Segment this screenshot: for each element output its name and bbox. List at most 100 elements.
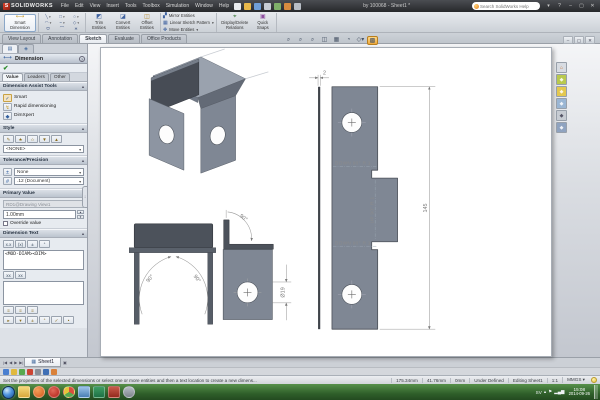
new-document-icon[interactable] [234, 3, 241, 10]
taskpane-resources-icon[interactable]: ⌂ [556, 62, 567, 73]
accept-check-icon[interactable]: ✔ [3, 64, 8, 72]
view-side[interactable]: 90° Ø19 [223, 210, 291, 320]
section-dimension-assist[interactable]: Dimension Assist Tools▴ [0, 82, 87, 91]
tray-language[interactable]: SV [536, 390, 542, 395]
dim-option-1-icon[interactable]: ▸ [3, 316, 14, 324]
style-add-icon[interactable]: ★ [15, 135, 26, 143]
last-sheet-icon[interactable]: ▶| [19, 360, 23, 365]
display-style-icon[interactable]: ◔ [343, 36, 354, 45]
taskbar-app-gray-icon[interactable] [123, 386, 135, 398]
start-button[interactable] [2, 386, 15, 399]
drawing-sheet[interactable]: 90° 90° 90° [100, 47, 552, 357]
ellipse-tool-button[interactable]: ⬭ [41, 26, 55, 32]
menu-insert[interactable]: Insert [104, 3, 121, 9]
bend-note-flange[interactable]: UP 90° R 1 [370, 197, 376, 224]
override-checkbox[interactable] [3, 221, 8, 226]
hole-diameter-dim[interactable]: Ø19 [280, 287, 286, 297]
taskbar-chrome-icon[interactable] [63, 386, 75, 398]
show-desktop-button[interactable] [594, 385, 598, 399]
override-value-row[interactable]: Override value [3, 221, 84, 226]
save-icon[interactable] [254, 3, 261, 10]
panel-flyout-handle[interactable]: ⁞ [82, 186, 87, 208]
primary-value-input[interactable]: 1.00mm [3, 210, 76, 219]
menu-toolbox[interactable]: Toolbox [141, 3, 162, 9]
offset-entities-button[interactable]: ◫ Offset Entities [136, 14, 158, 32]
menu-help[interactable]: Help [217, 3, 231, 9]
taskbar-window-app-icon[interactable] [78, 386, 90, 398]
assist-rapid-row[interactable]: ↯ Rapid dimensioning [3, 103, 84, 111]
menu-file[interactable]: File [59, 3, 71, 9]
rebuild-icon[interactable] [284, 3, 291, 10]
quick-tips-icon[interactable] [591, 377, 597, 383]
taskpane-file-explorer-icon[interactable]: ◆ [556, 86, 567, 97]
taskbar-clock[interactable]: 15:08 2014-09-26 [569, 387, 590, 397]
taskbar-app-red-icon[interactable] [108, 386, 120, 398]
view-front[interactable]: 90° 90° [129, 224, 215, 324]
smart-dimension-button[interactable]: ⟷ Smart Dimension [4, 14, 36, 32]
pm-tab-configuration[interactable]: ◈ [18, 44, 34, 53]
mirror-entities-button[interactable]: ▞Mirror Entities [163, 13, 214, 19]
justify-left-icon[interactable]: ≡ [3, 306, 14, 314]
taskbar-excel-icon[interactable] [93, 386, 105, 398]
section-view-icon[interactable]: ◫ [319, 36, 330, 45]
tray-expand-icon[interactable]: ▴ [544, 389, 546, 395]
tab-evaluate[interactable]: Evaluate [108, 34, 139, 43]
zoom-fit-icon[interactable]: ⌕ [283, 36, 294, 45]
print-icon[interactable] [264, 3, 271, 10]
linear-sketch-pattern-button[interactable]: ▦Linear Sketch Pattern▾ [163, 20, 214, 26]
restore-icon[interactable]: ▢ [577, 2, 586, 10]
sheet-tab-sheet1[interactable]: ▦ Sheet1 [24, 358, 61, 367]
first-sheet-icon[interactable]: |◀ [3, 360, 7, 365]
hide-show-items-icon[interactable]: ◇▾ [355, 36, 366, 45]
graphics-viewport[interactable]: ⌕ ⌕ ⌕ ◫ ▦ ◔ ◇▾ ▩ ‒ ▢ ✕ ⌂ ◆ ◆ ◆ ◆ ◆ [88, 44, 600, 357]
section-primary-value[interactable]: Primary Value▴ [0, 189, 87, 198]
bottom-toolbar-icon-3[interactable] [19, 369, 25, 375]
angle-dim-right[interactable]: 90° [192, 274, 202, 284]
convert-entities-button[interactable]: ◪ Convert Entities [111, 14, 135, 32]
spinner-down-icon[interactable]: ▼ [77, 215, 84, 219]
tab-annotation[interactable]: Annotation [42, 34, 78, 43]
assist-smart-row[interactable]: ✓ Smart [3, 94, 84, 102]
help-search-box[interactable] [472, 2, 540, 10]
pm-tab-properties[interactable]: ▤ [2, 44, 18, 53]
panel-help-icon[interactable]: ? [79, 56, 85, 62]
bottom-toolbar-icon-6[interactable] [43, 369, 49, 375]
justify-center-icon[interactable]: ≡ [15, 306, 26, 314]
menu-view[interactable]: View [88, 3, 103, 9]
menu-edit[interactable]: Edit [73, 3, 86, 9]
style-update-icon[interactable]: ☆ [27, 135, 38, 143]
tray-network-icon[interactable]: ▂▄▆ [554, 389, 564, 395]
style-dropdown[interactable]: <NONE>▾ [3, 145, 84, 153]
taskbar-opera-icon[interactable] [48, 386, 60, 398]
undo-icon[interactable] [274, 3, 281, 10]
doc-restore-icon[interactable]: ▢ [574, 36, 584, 44]
quick-snaps-button[interactable]: ▣ Quick Snaps [252, 14, 274, 32]
help-icon[interactable]: ? [555, 2, 564, 10]
display-delete-relations-button[interactable]: ⌖ Display/Delete Relations [219, 14, 251, 32]
menu-tools[interactable]: Tools [123, 3, 139, 9]
taskpane-view-palette-icon[interactable]: ◆ [556, 98, 567, 109]
dimension-text-input[interactable]: <MOD-DIAM><DIM> [3, 250, 84, 270]
dim-option-4-icon[interactable]: ° [39, 316, 50, 324]
zoom-previous-icon[interactable]: ⌕ [307, 36, 318, 45]
doc-minimize-icon[interactable]: ‒ [563, 36, 573, 44]
subtab-value[interactable]: Value [2, 73, 23, 81]
search-input[interactable] [480, 4, 538, 9]
dimtext-symbol-1-icon[interactable]: xx [3, 271, 14, 279]
assist-dimxpert-row[interactable]: ◆ DimXpert [3, 112, 84, 120]
section-dimension-text[interactable]: Dimension Text▴ [0, 229, 87, 238]
dim-option-2-icon[interactable]: ▾ [15, 316, 26, 324]
menu-window[interactable]: Window [193, 3, 215, 9]
dim-option-5-icon[interactable]: ✓ [51, 316, 62, 324]
tab-office-products[interactable]: Office Products [141, 34, 187, 43]
spinner-up-icon[interactable]: ▲ [77, 210, 84, 214]
zoom-area-icon[interactable]: ⌕ [295, 36, 306, 45]
move-entities-button[interactable]: ✥Move Entities▾ [163, 27, 214, 33]
bottom-toolbar-icon-2[interactable] [11, 369, 17, 375]
point-tool-button[interactable]: ∗ [69, 26, 83, 32]
add-sheet-icon[interactable]: ▣ [63, 360, 67, 365]
taskpane-custom-properties-icon[interactable]: ◆ [556, 122, 567, 133]
view-isometric[interactable] [149, 49, 268, 173]
bottom-toolbar-icon-5[interactable] [35, 369, 41, 375]
dimtext-format-4-icon[interactable]: ° [39, 240, 50, 248]
